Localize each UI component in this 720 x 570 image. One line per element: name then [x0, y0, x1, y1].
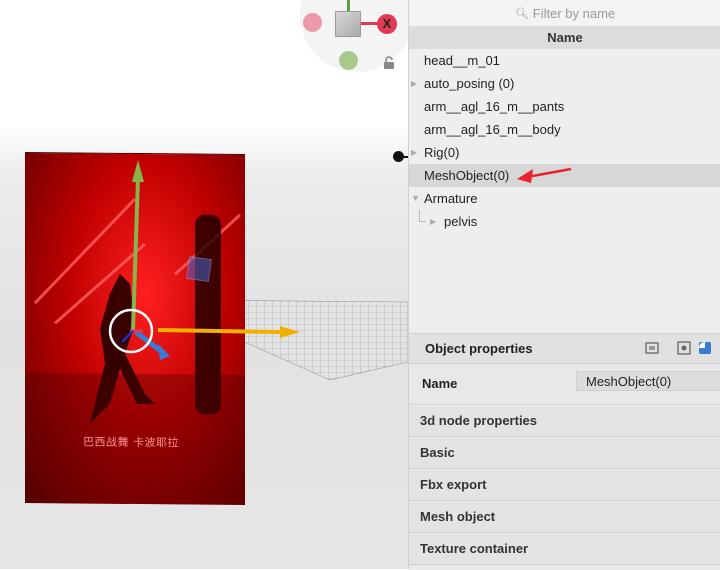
expand-triangle-icon[interactable]: ▶ [411, 141, 417, 164]
name-field[interactable]: MeshObject(0) [576, 371, 720, 391]
tree-item[interactable]: ▶ auto_posing (0) [409, 72, 720, 95]
name-property-row: Name MeshObject(0) [409, 364, 720, 405]
search-icon: 🔍︎ [514, 7, 529, 20]
focus-icon[interactable] [677, 341, 691, 355]
collapse-triangle-icon[interactable]: ▼ [411, 187, 420, 210]
section-basic[interactable]: Basic [409, 438, 720, 469]
tree-item-child[interactable]: ▶ pelvis [409, 210, 720, 233]
tree-item[interactable]: ▶ Rig(0) [409, 141, 720, 164]
expand-triangle-icon[interactable]: ▶ [430, 210, 436, 233]
properties-header: Object properties [409, 334, 720, 364]
filter-input[interactable]: 🔍︎ Filter by name [409, 0, 720, 27]
tree-item-label: Armature [424, 191, 478, 206]
tree-item-label: auto_posing (0) [424, 76, 515, 91]
tree-item-label: Rig(0) [424, 145, 460, 160]
tree-item[interactable]: arm__agl_16_m__pants [409, 95, 720, 118]
scene-tree: head__m_01 ▶ auto_posing (0) arm__agl_16… [409, 49, 720, 233]
properties-title: Object properties [425, 341, 533, 356]
expand-triangle-icon[interactable]: ▶ [411, 72, 417, 95]
filter-placeholder: Filter by name [532, 5, 616, 21]
frame-icon[interactable] [645, 341, 659, 355]
name-column-header[interactable]: Name [409, 27, 720, 49]
annotation-arrow-icon [517, 167, 572, 183]
section-3d-node-properties[interactable]: 3d node properties [409, 406, 720, 437]
tree-item-selected[interactable]: MeshObject(0) [409, 164, 720, 187]
section-fbx-export[interactable]: Fbx export [409, 470, 720, 501]
section-texture-container[interactable]: Texture container [409, 534, 720, 565]
tree-item-label: arm__agl_16_m__body [424, 122, 561, 137]
tree-guide-line [419, 210, 426, 222]
tree-item[interactable]: arm__agl_16_m__body [409, 118, 720, 141]
tree-item-label: arm__agl_16_m__pants [424, 99, 565, 114]
section-mesh-object[interactable]: Mesh object [409, 502, 720, 533]
3d-viewport[interactable]: X 巴西战舞 卡波耶拉 [0, 0, 408, 569]
tree-item[interactable]: ▼ Armature [409, 187, 720, 210]
tree-item-label: MeshObject(0) [424, 168, 510, 183]
tree-item-label: pelvis [444, 214, 478, 229]
color-palette-icon[interactable] [698, 341, 712, 355]
transform-gizmo[interactable] [0, 0, 408, 569]
tree-item-label: head__m_01 [424, 53, 500, 68]
tree-item[interactable]: head__m_01 [409, 49, 720, 72]
name-property-label: Name [422, 376, 458, 391]
object-properties-panel: Object properties Name MeshObject(0) 3d … [409, 333, 720, 570]
scene-panel: 🔍︎ Filter by name Name head__m_01 ▶ auto… [408, 0, 720, 570]
